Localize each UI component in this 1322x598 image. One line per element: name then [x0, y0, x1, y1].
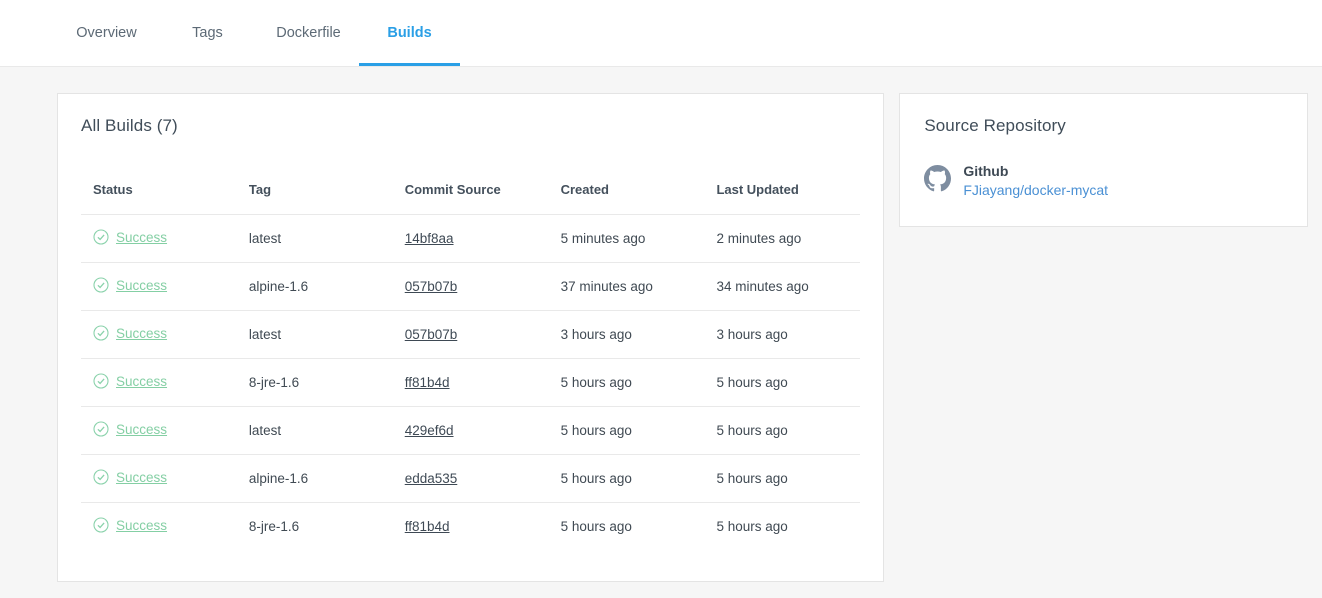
build-status-link[interactable]: Success: [116, 470, 167, 485]
build-status-link[interactable]: Success: [116, 230, 167, 245]
success-check-icon: [93, 373, 109, 389]
status-cell: Success: [81, 262, 237, 311]
table-row: Success alpine-1.6 edda535 5 hours ago 5 hou…: [81, 454, 861, 503]
commit-link[interactable]: 14bf8aa: [405, 231, 454, 246]
table-row: Success latest 429ef6d 5 hours ago 5 hours a…: [81, 406, 861, 455]
commit-link[interactable]: 057b07b: [405, 279, 458, 294]
commit-cell: ff81b4d: [392, 358, 549, 407]
source-repository-card: Source Repository Github FJiayang/docker…: [899, 93, 1308, 227]
created-cell: 5 hours ago: [548, 406, 705, 455]
last-updated-cell: 5 hours ago: [716, 519, 788, 535]
build-status-link[interactable]: Success: [116, 422, 167, 437]
column-header-last-updated: Last Updated: [704, 166, 861, 215]
build-status-link[interactable]: Success: [116, 326, 167, 341]
tab-tags[interactable]: Tags: [157, 0, 258, 66]
build-status-link[interactable]: Success: [116, 374, 167, 389]
last-updated-cell: 5 hours ago: [704, 358, 861, 407]
tab-dockerfile[interactable]: Dockerfile: [258, 0, 359, 66]
github-icon: [924, 165, 952, 192]
builds-card-title: All Builds (7): [81, 116, 178, 135]
commit-link[interactable]: ff81b4d: [405, 519, 450, 534]
all-builds-card: All Builds (7) Status Tag Commit Source …: [57, 93, 885, 582]
last-updated-cell: 34 minutes ago: [704, 262, 861, 311]
commit-cell: ff81b4d: [393, 503, 549, 551]
tag-cell: latest: [236, 406, 393, 455]
tab-bar: Overview Tags Dockerfile Builds: [0, 0, 1322, 67]
repo-row: Github FJiayang/docker-mycat: [924, 163, 1283, 200]
last-updated-cell: 5 hours ago: [704, 454, 861, 503]
status-cell: Success: [81, 503, 237, 551]
column-header-created: Created: [548, 166, 705, 215]
table-row: Success latest 057b07b 3 hours ago 3 hours a…: [81, 310, 861, 359]
commit-cell: 057b07b: [392, 310, 549, 359]
tag-cell: latest: [236, 310, 393, 359]
table-row: Success alpine-1.6 057b07b 37 minutes ago 34…: [81, 262, 861, 311]
column-header-tag: Tag: [236, 166, 393, 215]
column-header-commit: Commit Source: [392, 166, 549, 215]
source-repo-title: Source Repository: [924, 116, 1066, 135]
repo-link[interactable]: FJiayang/docker-mycat: [963, 182, 1108, 198]
page-content: All Builds (7) Status Tag Commit Source …: [0, 67, 1322, 598]
success-check-icon: [93, 277, 109, 293]
last-updated-cell: 3 hours ago: [704, 310, 861, 359]
commit-link[interactable]: edda535: [405, 471, 458, 486]
build-status-link[interactable]: Success: [116, 518, 167, 533]
repo-info: Github FJiayang/docker-mycat: [963, 163, 1108, 200]
tag-cell: 8-jre-1.6: [248, 519, 300, 535]
table-header-row: Status Tag Commit Source Created Last Up…: [81, 166, 861, 215]
created-cell: 5 hours ago: [548, 358, 705, 407]
builds-table: Status Tag Commit Source Created Last Up…: [81, 166, 861, 551]
build-status-link[interactable]: Success: [116, 278, 167, 293]
status-cell: Success: [81, 310, 237, 359]
tab-builds[interactable]: Builds: [359, 0, 460, 66]
tag-cell: latest: [236, 214, 393, 263]
status-cell: Success: [81, 406, 237, 455]
commit-cell: 14bf8aa: [392, 214, 549, 263]
created-cell: 5 minutes ago: [548, 214, 705, 263]
created-cell: 3 hours ago: [548, 310, 705, 359]
table-row: Success 8-jre-1.6 ff81b4d 5 hours ago 5 hour…: [81, 503, 860, 551]
created-cell: 5 hours ago: [548, 454, 705, 503]
success-check-icon: [93, 517, 109, 533]
last-updated-cell: 2 minutes ago: [704, 214, 861, 263]
commit-cell: 057b07b: [392, 262, 549, 311]
tag-cell: alpine-1.6: [236, 454, 393, 503]
commit-link[interactable]: 057b07b: [405, 327, 458, 342]
repo-provider-label: Github: [963, 163, 1009, 179]
created-cell: 37 minutes ago: [548, 262, 705, 311]
created-cell: 5 hours ago: [560, 519, 632, 535]
success-check-icon: [93, 421, 109, 437]
commit-cell: 429ef6d: [392, 406, 549, 455]
column-header-status: Status: [81, 166, 237, 215]
success-check-icon: [93, 469, 109, 485]
commit-link[interactable]: ff81b4d: [405, 375, 450, 390]
tag-cell: alpine-1.6: [236, 262, 393, 311]
status-cell: Success: [81, 214, 237, 263]
commit-link[interactable]: 429ef6d: [405, 423, 454, 438]
status-cell: Success: [81, 454, 237, 503]
commit-cell: edda535: [392, 454, 549, 503]
success-check-icon: [93, 325, 109, 341]
status-cell: Success: [81, 358, 237, 407]
table-row: Success 8-jre-1.6 ff81b4d 5 hours ago 5 hour…: [81, 358, 861, 407]
tab-overview[interactable]: Overview: [56, 0, 157, 66]
tag-cell: 8-jre-1.6: [236, 358, 393, 407]
success-check-icon: [93, 229, 109, 245]
table-row: Success latest 14bf8aa 5 minutes ago 2 minut…: [81, 214, 861, 263]
last-updated-cell: 5 hours ago: [704, 406, 861, 455]
